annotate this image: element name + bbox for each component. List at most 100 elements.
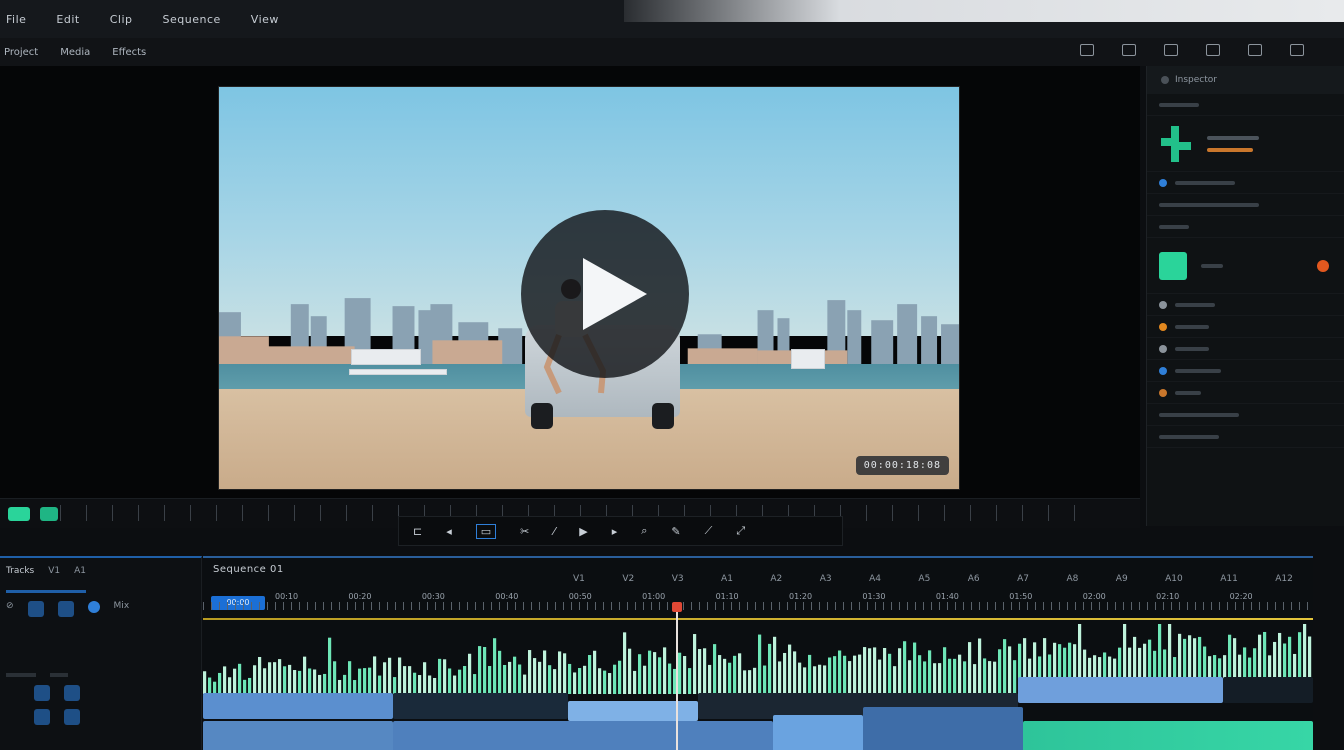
waveform-bar [643, 665, 647, 694]
audio-clip[interactable] [203, 721, 393, 750]
step-icon[interactable]: ⁄ [553, 525, 555, 538]
forward-icon[interactable]: ▸ [612, 525, 618, 538]
color-swatch[interactable] [1159, 251, 1187, 280]
toolbar-effects[interactable]: Effects [112, 47, 146, 58]
record-icon[interactable] [1317, 259, 1329, 272]
eye-icon[interactable] [1159, 344, 1167, 353]
waveform-bar [988, 661, 992, 694]
timeline-ruler[interactable]: 00:00 00:1000:2000:3000:4000:5001:0001:1… [203, 588, 1313, 612]
inspector-row[interactable] [1147, 172, 1344, 194]
inspector-row[interactable] [1147, 94, 1344, 116]
mark-in-icon[interactable]: ⊏ [413, 525, 422, 538]
settings-icon[interactable] [1248, 44, 1262, 56]
waveform-bar [273, 662, 277, 694]
ruler-label: 01:40 [935, 592, 959, 601]
effect-logo-icon [1161, 125, 1191, 162]
menu-clip[interactable]: Clip [110, 13, 133, 26]
inspector-row[interactable] [1147, 426, 1344, 448]
inspector-effect-block[interactable] [1147, 116, 1344, 172]
green-tool-icon[interactable] [40, 507, 58, 521]
video-clip[interactable] [568, 701, 698, 721]
green-tool-icon[interactable] [8, 507, 30, 521]
waveform-bar [528, 650, 532, 694]
inspector-row[interactable] [1147, 216, 1344, 238]
search-icon[interactable]: ⌕ [641, 524, 647, 538]
video-viewer[interactable]: 00:00:18:08 [218, 86, 960, 490]
playhead[interactable] [672, 602, 682, 750]
inspector-row[interactable] [1147, 194, 1344, 216]
play-button[interactable] [521, 210, 689, 378]
inspector-row[interactable] [1147, 294, 1344, 316]
inspector-row[interactable] [1147, 404, 1344, 426]
toolbar-project[interactable]: Project [4, 47, 38, 58]
track-section-labels: V1 V2 V3 A1 A2 A3 A4 A5 A6 A7 A8 A9 A10 A11 A12 [203, 574, 1313, 588]
menu-sequence[interactable]: Sequence [163, 13, 221, 26]
menu-edit[interactable]: Edit [56, 13, 79, 26]
inspector-row[interactable] [1147, 360, 1344, 382]
track-header-row: Tracks V1 A1 [0, 558, 201, 576]
inspector-title: Inspector [1175, 75, 1217, 85]
waveform-bar [623, 632, 627, 694]
expand-icon[interactable]: ⤢ [736, 524, 745, 538]
video-clip[interactable] [203, 693, 393, 719]
track-toggle[interactable] [64, 685, 80, 701]
waveform-bar [633, 670, 637, 694]
menu-view[interactable]: View [251, 13, 279, 26]
waveform-bar [333, 661, 337, 694]
keyframe-icon[interactable] [1159, 322, 1167, 331]
waveform-bar [523, 674, 527, 694]
trim-icon[interactable]: ⟋ [705, 524, 713, 538]
play-small-icon[interactable]: ▶ [579, 525, 587, 538]
inspector-row[interactable] [1147, 338, 1344, 360]
keyframe-icon[interactable] [1159, 388, 1167, 397]
search-icon[interactable] [1122, 44, 1136, 56]
toolbar-media[interactable]: Media [60, 47, 90, 58]
audio-clip[interactable] [393, 721, 773, 750]
video-clip[interactable] [393, 693, 568, 719]
solo-icon[interactable] [87, 601, 100, 613]
waveform-bar [628, 648, 632, 694]
step-back-icon[interactable]: ◂ [446, 525, 452, 538]
mute-toggle[interactable] [57, 601, 74, 617]
video-clip[interactable] [1018, 677, 1223, 703]
waveform-bar [823, 665, 827, 694]
waveform-bar [903, 641, 907, 694]
audio-clip[interactable] [863, 707, 1023, 750]
audio-clip[interactable] [1023, 721, 1313, 750]
playhead-handle[interactable] [672, 602, 682, 612]
inspector-row[interactable] [1147, 382, 1344, 404]
inspector-color-block[interactable] [1147, 238, 1344, 294]
lock-icon[interactable]: ⊘ [6, 601, 14, 617]
export-icon[interactable] [1290, 44, 1304, 56]
hand-icon[interactable] [1080, 44, 1094, 56]
radio-icon[interactable] [1159, 366, 1167, 375]
track-toggle[interactable] [64, 709, 80, 725]
loop-icon[interactable]: ▭ [475, 523, 497, 539]
section-label: V1 [573, 574, 585, 584]
eye-icon[interactable] [1159, 300, 1167, 309]
lock-icon[interactable] [1164, 44, 1178, 56]
cut-icon[interactable]: ✂ [520, 525, 529, 538]
waveform-bar [453, 675, 457, 694]
play-icon [583, 258, 647, 330]
bench-left [351, 349, 421, 365]
timeline[interactable]: Sequence 01 V1 V2 V3 A1 A2 A3 A4 A5 A6 A7 A8 A9 A10 A… [203, 556, 1313, 750]
ruler-label: 00:10 [275, 592, 299, 601]
work-area-bar[interactable] [203, 618, 1313, 620]
track-header-row: ⊘ Mix [0, 593, 201, 617]
visibility-toggle[interactable] [27, 601, 44, 617]
inspector-header: Inspector [1147, 66, 1344, 94]
waveform-bar [748, 670, 752, 694]
audio-clip[interactable] [773, 715, 863, 750]
track-toggle[interactable] [34, 685, 50, 701]
waveform-bar [1003, 639, 1007, 694]
waveform-bar [723, 658, 727, 694]
edit-icon[interactable]: ✎ [671, 525, 680, 538]
inspector-row-bar [1175, 368, 1221, 373]
camera-icon[interactable] [1206, 44, 1220, 56]
waveform-bar [428, 675, 432, 694]
menu-file[interactable]: File [6, 13, 26, 26]
inspector-row[interactable] [1147, 316, 1344, 338]
video-clip[interactable] [1223, 677, 1313, 703]
track-toggle[interactable] [34, 709, 50, 725]
